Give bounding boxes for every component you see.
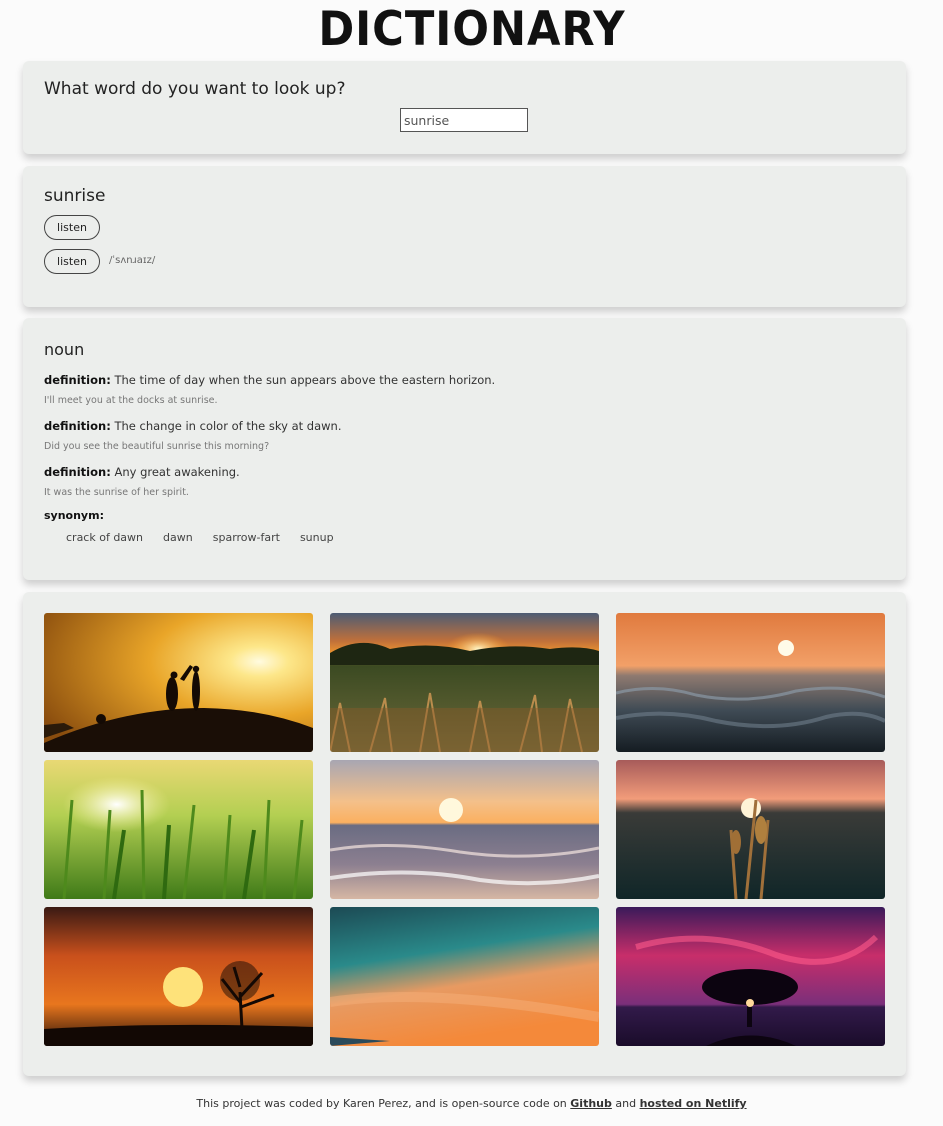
beach-sunrise-photo[interactable]	[330, 760, 599, 899]
synonym-item: dawn	[163, 531, 193, 544]
search-title: What word do you want to look up?	[44, 79, 346, 99]
synonym-list: crack of dawn dawn sparrow-fart sunup	[66, 531, 334, 544]
tree-pink-sky-photo[interactable]	[616, 907, 885, 1046]
meaning-card: noun definition: The time of day when th…	[23, 318, 906, 580]
search-input[interactable]	[400, 108, 528, 132]
logo: DICTIONARY	[0, 1, 943, 57]
couple-silhouette-sunset-photo[interactable]	[44, 613, 313, 752]
grass-field-sunrise-photo[interactable]	[330, 613, 599, 752]
definition-label: definition:	[44, 465, 111, 479]
tree-orange-sunset-photo[interactable]	[44, 907, 313, 1046]
listen-button[interactable]: listen	[44, 249, 100, 274]
synonym-label: synonym:	[44, 509, 104, 522]
footer-text: This project was coded by Karen Perez, a…	[196, 1097, 567, 1110]
search-card: What word do you want to look up?	[23, 61, 906, 154]
wheat-field-sun-photo[interactable]	[44, 760, 313, 899]
wheat-silhouette-sunset-photo[interactable]	[616, 760, 885, 899]
definition-text: The change in color of the sky at dawn.	[114, 419, 342, 433]
definition-label: definition:	[44, 419, 111, 433]
photos-card	[23, 592, 906, 1076]
definition-label: definition:	[44, 373, 111, 387]
word-card: sunrise listen listen /ˈsʌnɹaɪz/	[23, 166, 906, 307]
footer: This project was coded by Karen Perez, a…	[0, 1097, 943, 1110]
ocean-waves-sun-photo[interactable]	[616, 613, 885, 752]
definition-text: Any great awakening.	[114, 465, 240, 479]
netlify-link[interactable]: hosted on Netlify	[640, 1097, 747, 1110]
footer-and-text: and	[615, 1097, 637, 1110]
example-text: I'll meet you at the docks at sunrise.	[44, 395, 218, 406]
teal-orange-sky-photo[interactable]	[330, 907, 599, 1046]
synonym-item: crack of dawn	[66, 531, 144, 544]
definition: definition: The time of day when the sun…	[44, 373, 495, 387]
listen-button[interactable]: listen	[44, 215, 100, 240]
phonetic-text: /ˈsʌnɹaɪz/	[109, 255, 156, 266]
definition-text: The time of day when the sun appears abo…	[114, 373, 496, 387]
example-text: It was the sunrise of her spirit.	[44, 487, 189, 498]
definition: definition: The change in color of the s…	[44, 419, 341, 433]
part-of-speech: noun	[44, 340, 85, 359]
logo-text: DICTIONARY	[317, 1, 626, 57]
synonym-item: sparrow-fart	[212, 531, 280, 544]
github-link[interactable]: Github	[570, 1097, 612, 1110]
synonym-item: sunup	[299, 531, 334, 544]
example-text: Did you see the beautiful sunrise this m…	[44, 441, 270, 452]
definition: definition: Any great awakening.	[44, 465, 240, 479]
word-title: sunrise	[44, 186, 106, 206]
